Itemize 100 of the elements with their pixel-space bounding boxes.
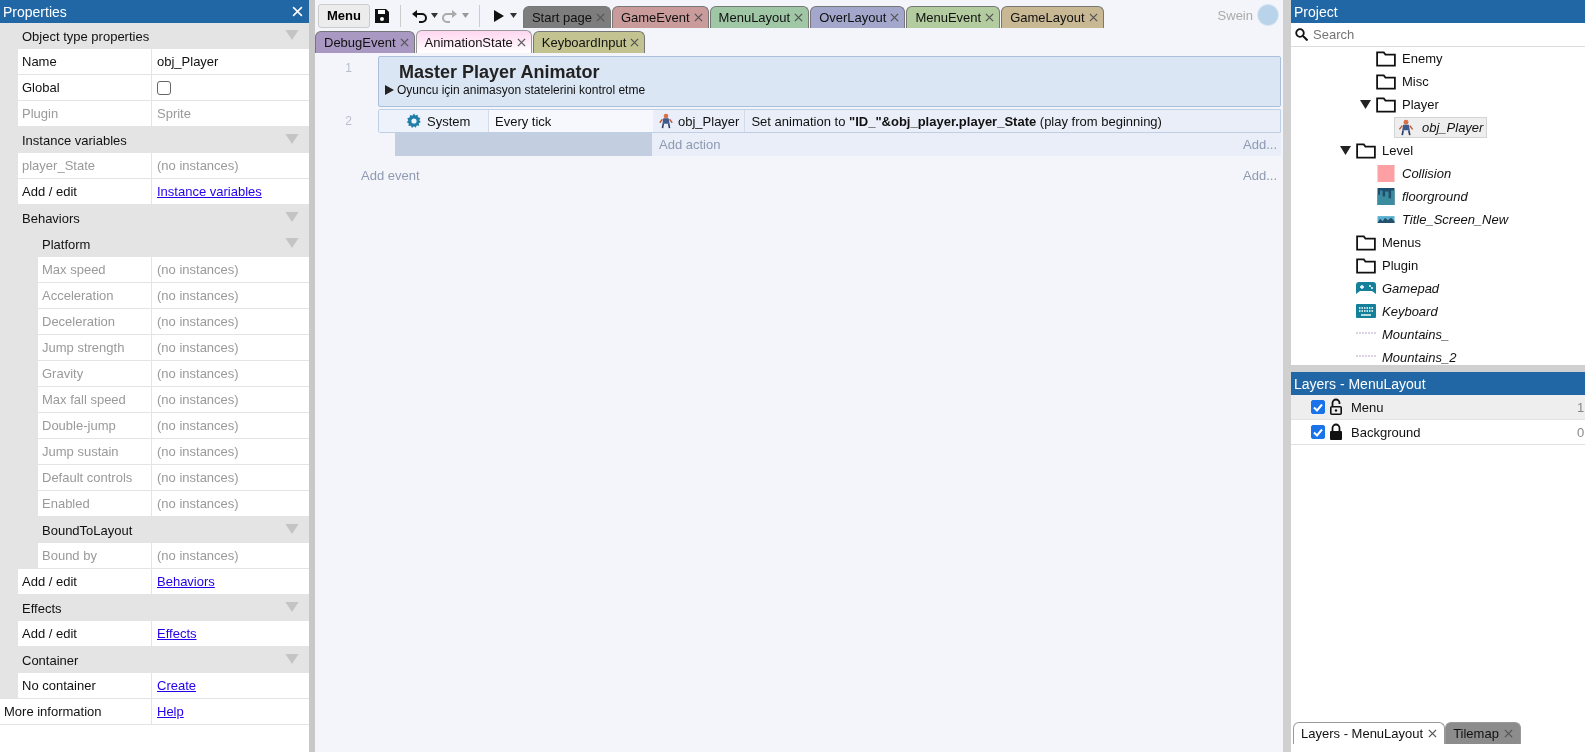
folder-icon — [1376, 96, 1396, 113]
property-link[interactable]: Effects — [157, 626, 197, 641]
document-tab[interactable]: Start page — [522, 6, 611, 28]
checkbox[interactable] — [1311, 400, 1325, 414]
tree-item[interactable]: Mountains_2 — [1354, 347, 1461, 365]
section-header[interactable]: Instance variables — [22, 132, 127, 148]
document-tab[interactable]: GameLayout — [1001, 6, 1104, 28]
property-value[interactable]: obj_Player — [157, 54, 219, 69]
expanded-arrow-icon[interactable] — [1359, 100, 1371, 109]
property-value: (no instances) — [157, 288, 239, 303]
tree-item[interactable]: Gamepad — [1354, 278, 1444, 299]
section-header[interactable]: Object type properties — [22, 28, 150, 44]
document-tab[interactable]: DebugEvent — [315, 31, 415, 53]
close-icon[interactable] — [985, 13, 995, 22]
property-label: player_State — [22, 158, 95, 173]
tree-item[interactable]: Mountains_ — [1354, 324, 1454, 345]
property-label: Plugin — [22, 106, 59, 121]
tree-item[interactable]: Collision — [1374, 163, 1456, 184]
tree-item[interactable]: obj_Player — [1394, 117, 1488, 138]
document-tab[interactable]: AnimationState — [415, 30, 532, 53]
section-header[interactable]: Platform — [42, 236, 91, 252]
tree-item[interactable]: Menus — [1354, 232, 1426, 253]
tree-item[interactable]: Misc — [1374, 71, 1433, 92]
layer-row[interactable]: Menu 1 — [1291, 395, 1585, 420]
panel-title: Properties — [3, 3, 67, 20]
close-icon[interactable] — [1088, 13, 1098, 22]
expanded-arrow-icon[interactable] — [1339, 146, 1351, 155]
property-value: (no instances) — [157, 366, 239, 381]
property-label: Max fall speed — [42, 392, 126, 407]
property-label: Deceleration — [42, 314, 115, 329]
unlocked-lock-icon[interactable] — [1329, 398, 1343, 416]
character-sprite-icon — [658, 113, 674, 129]
property-label: Acceleration — [42, 288, 114, 303]
user-name: Swein — [1217, 7, 1253, 23]
folder-icon — [1376, 50, 1396, 67]
section-header[interactable]: Behaviors — [22, 210, 80, 226]
document-tab[interactable]: MenuEvent — [906, 6, 1001, 28]
menu-button[interactable]: Menu — [318, 3, 370, 28]
document-tab[interactable]: OverLayout — [810, 6, 906, 28]
section-header[interactable]: Effects — [22, 600, 62, 616]
property-label: Global — [22, 80, 60, 95]
property-value: (no instances) — [157, 444, 239, 459]
lock-icon[interactable] — [1329, 423, 1343, 441]
folder-icon — [1356, 257, 1376, 274]
property-value: (no instances) — [157, 548, 239, 563]
gear-icon — [406, 113, 422, 129]
checkbox[interactable] — [157, 80, 171, 95]
close-icon[interactable] — [1428, 729, 1438, 738]
close-icon[interactable] — [794, 13, 804, 22]
caret-icon[interactable] — [509, 13, 517, 18]
tree-item[interactable]: Keyboard — [1354, 301, 1442, 322]
close-icon[interactable] — [516, 37, 526, 47]
property-label: Double-jump — [42, 418, 116, 433]
save-icon[interactable] — [373, 7, 390, 24]
image-icon — [1376, 188, 1396, 205]
tree-item[interactable]: Title_Screen_New — [1374, 209, 1513, 230]
expand-arrow-icon[interactable] — [385, 85, 394, 95]
undo-icon[interactable] — [410, 7, 427, 24]
section-header[interactable]: Container — [22, 652, 79, 668]
property-label: More information — [4, 704, 102, 719]
property-link[interactable]: Instance variables — [157, 184, 262, 199]
action-object[interactable]: obj_Player — [653, 110, 746, 132]
layer-value: 1 — [1577, 399, 1585, 415]
line-icon — [1356, 332, 1376, 334]
document-tab[interactable]: KeyboardInput — [532, 31, 646, 53]
event-group[interactable]: Master Player Animator Oyuncu için animasyon statelerini kontrol etme — [378, 56, 1281, 107]
property-link[interactable]: Help — [157, 704, 184, 719]
property-label: Add / edit — [22, 626, 77, 641]
property-link[interactable]: Behaviors — [157, 574, 215, 589]
tree-item[interactable]: Plugin — [1354, 255, 1423, 276]
checkbox[interactable] — [1311, 425, 1325, 439]
group-description: Oyuncu için animasyon statelerini kontrol etme — [397, 83, 646, 97]
layer-row[interactable]: Background 0 — [1291, 420, 1585, 445]
search-icon — [1295, 28, 1308, 41]
property-label: Bound by — [42, 548, 97, 563]
close-icon[interactable] — [890, 13, 900, 22]
property-label: Add / edit — [22, 574, 77, 589]
folder-icon — [1376, 73, 1396, 90]
panel-tab[interactable]: Layers - MenuLayout — [1293, 722, 1446, 744]
panel-title: Layers - MenuLayout — [1294, 375, 1426, 392]
close-icon[interactable] — [630, 38, 640, 47]
tree-item[interactable]: Player — [1374, 94, 1443, 115]
layer-name: Menu — [1350, 399, 1385, 415]
property-label: No container — [22, 678, 96, 693]
close-icon[interactable] — [693, 13, 703, 22]
close-icon[interactable] — [399, 38, 409, 47]
document-tab[interactable]: GameEvent — [611, 6, 709, 28]
document-tab[interactable]: MenuLayout — [709, 6, 810, 28]
tree-item[interactable]: Level — [1354, 140, 1418, 161]
caret-icon[interactable] — [430, 13, 438, 18]
property-link[interactable]: Create — [157, 678, 197, 693]
property-value: (no instances) — [157, 418, 239, 433]
section-header[interactable]: BoundToLayout — [42, 522, 133, 538]
tree-item[interactable]: floorground — [1374, 186, 1472, 207]
layer-name: Background — [1350, 424, 1422, 440]
tree-item[interactable]: Enemy — [1374, 48, 1447, 69]
folder-icon — [1356, 234, 1376, 251]
property-label: Gravity — [42, 366, 84, 381]
panel-tab[interactable]: Tilemap — [1445, 722, 1521, 744]
action-text[interactable]: Set animation to "ID_"&obj_player.player_State (play from beginning) — [751, 113, 1162, 129]
